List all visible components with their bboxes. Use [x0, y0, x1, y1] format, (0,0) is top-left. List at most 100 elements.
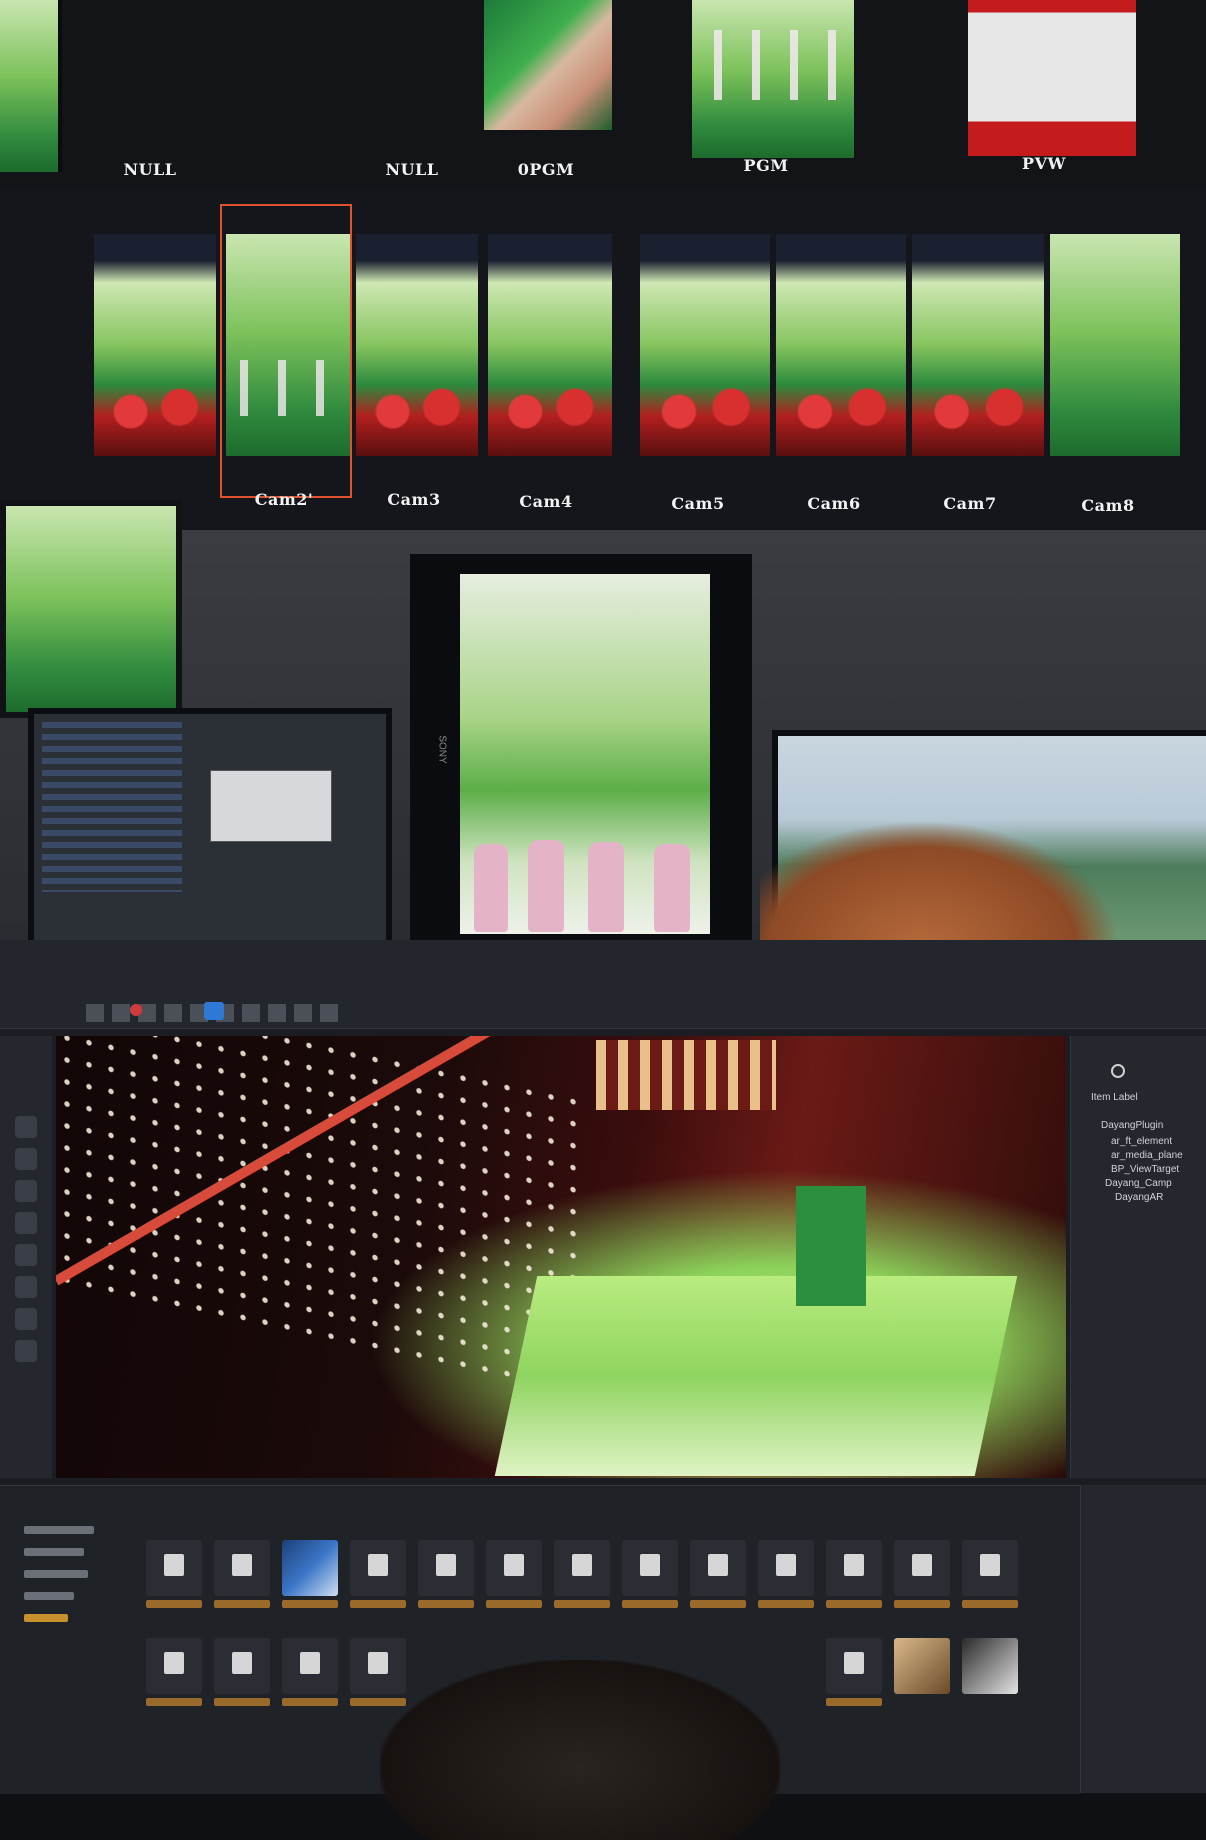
asset-tile-material[interactable]	[962, 1638, 1018, 1694]
tool-icon-8[interactable]	[15, 1340, 37, 1362]
asset-tile[interactable]	[826, 1638, 882, 1706]
cam-label-2: Cam2'	[254, 490, 314, 509]
cam1-feed	[94, 234, 216, 456]
asset-icon	[164, 1554, 184, 1576]
tool-icon-5[interactable]	[15, 1244, 37, 1266]
asset-type-bar	[350, 1600, 406, 1608]
preview-screen-singer	[484, 0, 612, 130]
wall-label-pgm: PGM	[743, 156, 789, 175]
tool-icon-7[interactable]	[15, 1308, 37, 1330]
asset-type-bar	[282, 1698, 338, 1706]
cam5-feed	[640, 234, 770, 456]
tree-item-1[interactable]	[24, 1526, 94, 1534]
asset-type-bar	[894, 1600, 950, 1608]
asset-icon	[844, 1652, 864, 1674]
asset-icon	[300, 1652, 320, 1674]
asset-icon	[164, 1652, 184, 1674]
left-preview-monitor	[0, 500, 182, 718]
play-icon[interactable]	[204, 1002, 224, 1020]
pvw-screen	[968, 0, 1136, 156]
tree-item-5[interactable]	[24, 1614, 68, 1622]
asset-tile[interactable]	[146, 1540, 202, 1608]
outliner-item-5[interactable]: Dayang_Camp	[1105, 1178, 1172, 1189]
wall-label-pvw: PVW	[1022, 154, 1066, 173]
asset-icon	[980, 1554, 1000, 1576]
asset-tile[interactable]	[962, 1540, 1018, 1608]
asset-tile-texture[interactable]	[282, 1540, 338, 1608]
floor-led-screen	[494, 1276, 1018, 1476]
asset-tile[interactable]	[214, 1540, 270, 1608]
asset-tile[interactable]	[554, 1540, 610, 1608]
asset-tile[interactable]	[418, 1540, 474, 1608]
dialog-window	[210, 770, 332, 842]
editor-toolbar	[0, 940, 1206, 1029]
outliner-item-2[interactable]: ar_ft_element	[1111, 1136, 1172, 1147]
asset-type-bar	[826, 1698, 882, 1706]
dancer-1	[474, 844, 508, 932]
tool-icon-4[interactable]	[15, 1212, 37, 1234]
tree-item-4[interactable]	[24, 1592, 74, 1600]
cam-label-5: Cam5	[671, 494, 725, 513]
asset-type-bar	[622, 1600, 678, 1608]
asset-tile[interactable]	[350, 1540, 406, 1608]
asset-type-bar	[214, 1600, 270, 1608]
asset-icon	[436, 1554, 456, 1576]
tree-item-2[interactable]	[24, 1548, 84, 1556]
tree-item-3[interactable]	[24, 1570, 88, 1578]
file-list-panel	[42, 722, 182, 892]
control-room: SONY	[0, 500, 1206, 960]
asset-tile[interactable]	[486, 1540, 542, 1608]
folder-tree	[14, 1516, 134, 1636]
asset-type-bar	[146, 1698, 202, 1706]
asset-type-bar	[690, 1600, 746, 1608]
asset-tile[interactable]	[894, 1540, 950, 1608]
asset-tile[interactable]	[622, 1540, 678, 1608]
asset-tile[interactable]	[146, 1638, 202, 1706]
asset-tile[interactable]	[690, 1540, 746, 1608]
cam-label-7: Cam7	[943, 494, 997, 513]
cam7-feed	[912, 234, 1044, 456]
cam8-feed	[1050, 234, 1180, 456]
asset-icon	[640, 1554, 660, 1576]
operator-head-foreground	[760, 820, 1120, 960]
asset-tile[interactable]	[758, 1540, 814, 1608]
asset-type-bar	[418, 1600, 474, 1608]
dancer-3	[588, 842, 624, 932]
outliner-item-3[interactable]: ar_media_plane	[1111, 1150, 1183, 1161]
outliner-item-6[interactable]: DayangAR	[1115, 1192, 1163, 1203]
asset-tile[interactable]	[214, 1638, 270, 1706]
cam-label-4: Cam4	[519, 492, 573, 511]
asset-icon	[572, 1554, 592, 1576]
outliner-item-1[interactable]: DayangPlugin	[1101, 1120, 1163, 1131]
asset-icon	[232, 1554, 252, 1576]
asset-tile[interactable]	[282, 1638, 338, 1706]
asset-type-bar	[486, 1600, 542, 1608]
asset-icon	[504, 1554, 524, 1576]
tool-icon-1[interactable]	[15, 1116, 37, 1138]
tool-icon-6[interactable]	[15, 1276, 37, 1298]
video-wall-top-row: NULL NULL 0PGM PGM PVW	[0, 0, 1206, 190]
dancer-2	[528, 840, 564, 932]
left-tool-strip	[0, 1036, 52, 1478]
record-icon[interactable]	[130, 1004, 142, 1016]
3d-viewport[interactable]	[56, 1036, 1066, 1478]
asset-tile-material[interactable]	[894, 1638, 950, 1694]
outliner-panel: Item Label DayangPlugin ar_ft_element ar…	[1070, 1036, 1206, 1478]
tool-icon-3[interactable]	[15, 1180, 37, 1202]
camera-multiviewer: Cam2' Cam3 Cam4 Cam5 Cam6 Cam7 Cam8	[0, 190, 1206, 530]
wall-label-null-1: NULL	[123, 160, 177, 179]
asset-type-bar	[282, 1600, 338, 1608]
cam6-feed	[776, 234, 906, 456]
outliner-item-4[interactable]: BP_ViewTarget	[1111, 1164, 1179, 1175]
cam2-selected-frame[interactable]	[220, 204, 352, 498]
spiral-decor	[596, 1040, 776, 1110]
cam-label-6: Cam6	[807, 494, 861, 513]
search-icon[interactable]	[1111, 1064, 1125, 1078]
asset-type-bar	[214, 1698, 270, 1706]
asset-tile[interactable]	[826, 1540, 882, 1608]
asset-icon	[844, 1554, 864, 1576]
outliner-header: Item Label	[1091, 1092, 1138, 1103]
asset-type-bar	[826, 1600, 882, 1608]
tool-icon-2[interactable]	[15, 1148, 37, 1170]
asset-icon	[368, 1554, 388, 1576]
